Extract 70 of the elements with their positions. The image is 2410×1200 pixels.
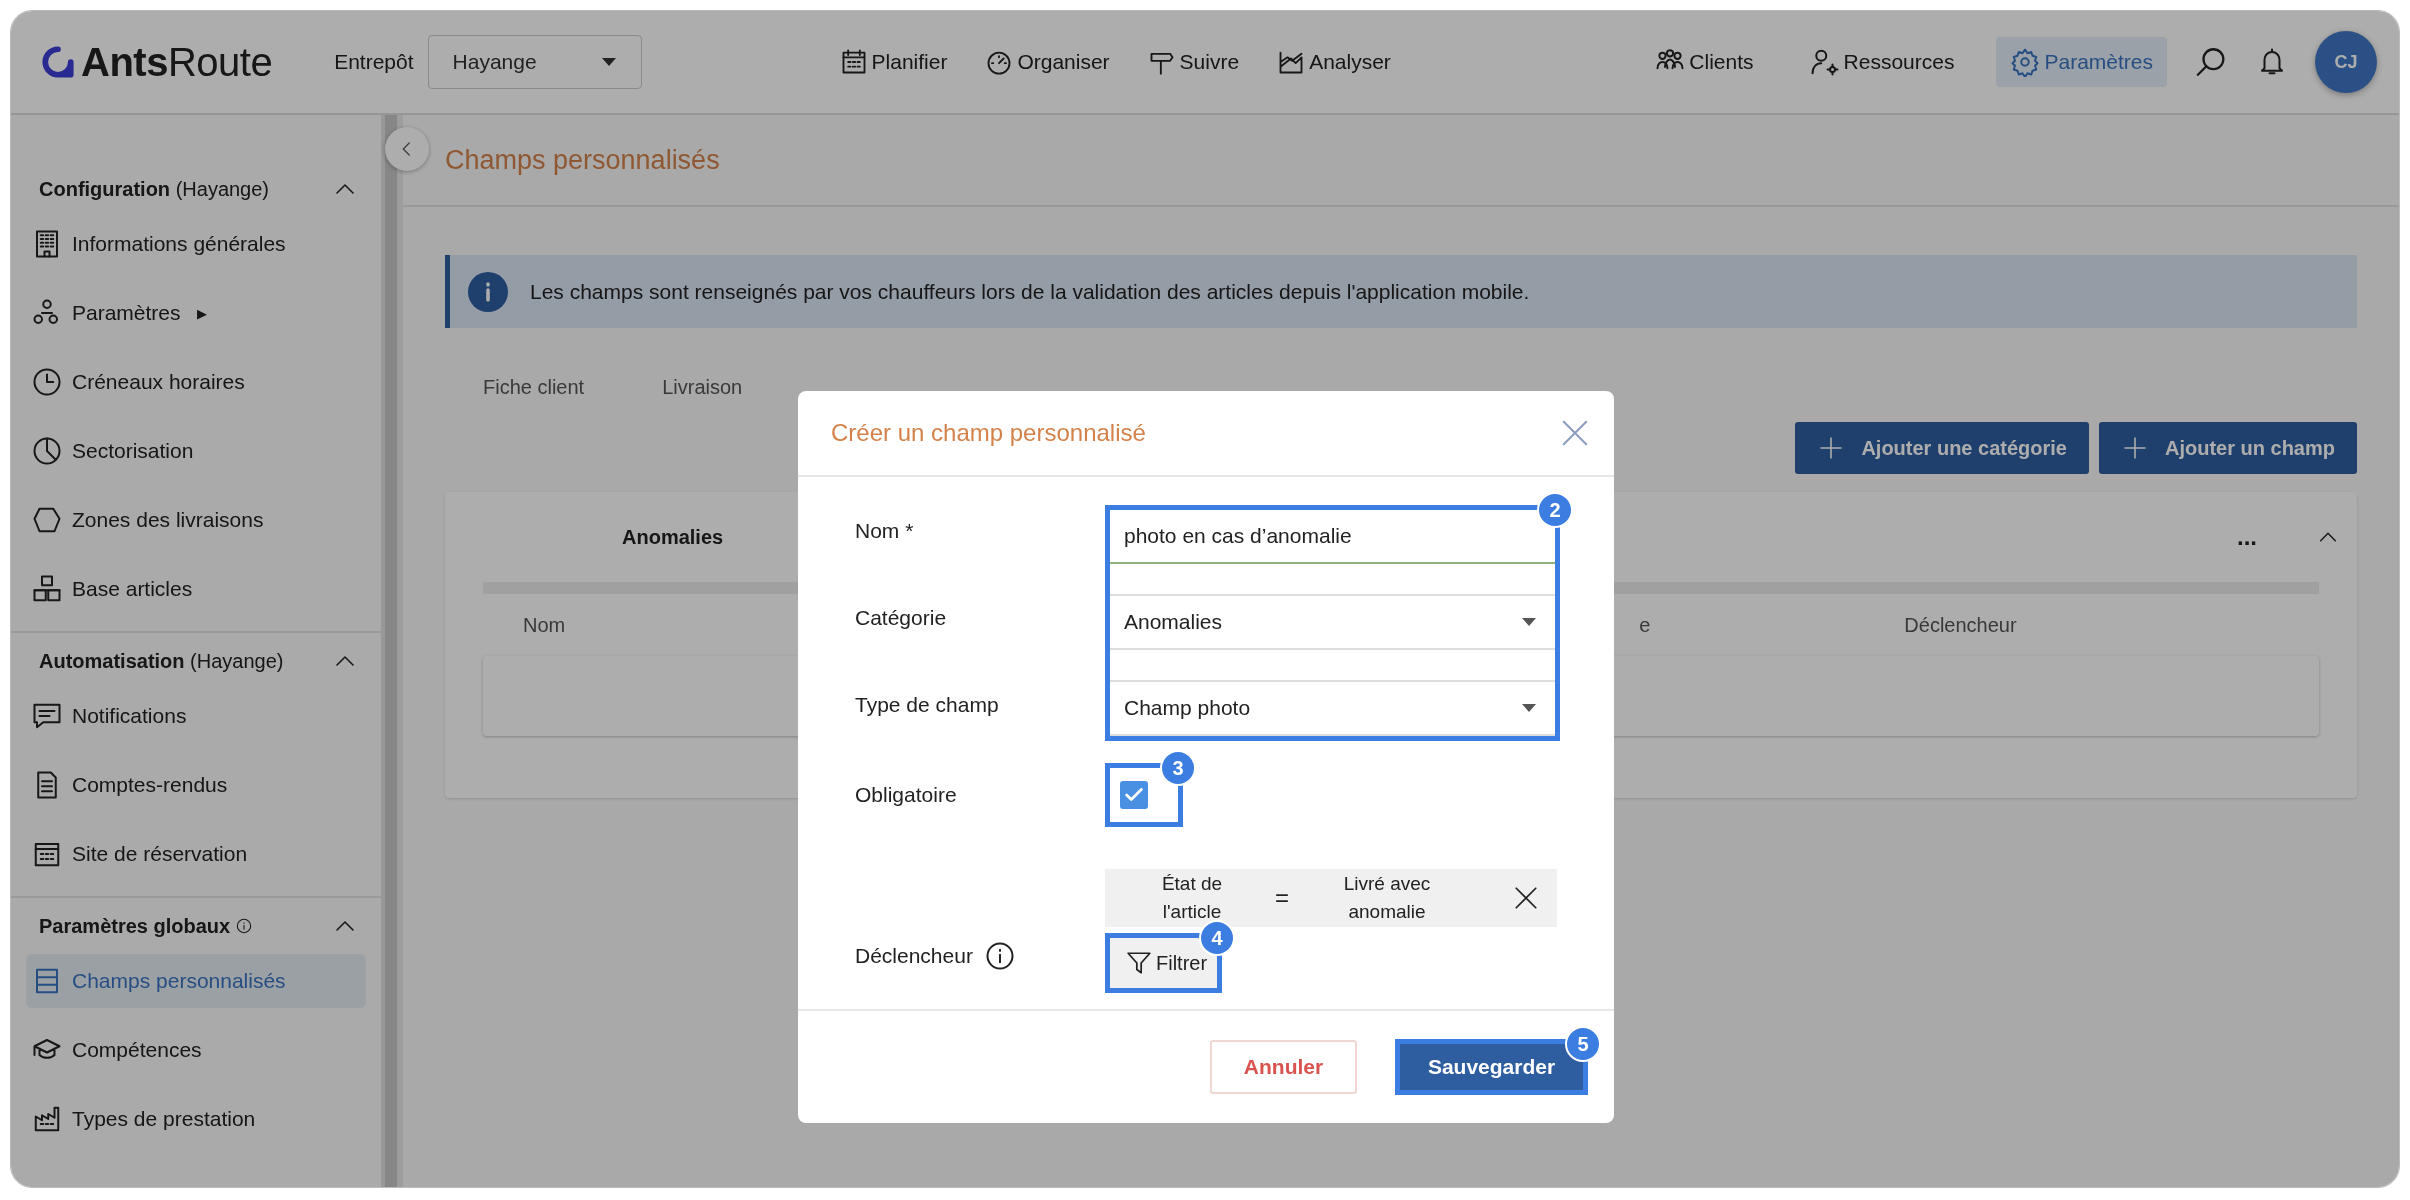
info-icon [984, 941, 1015, 971]
field-label: Obligatoire [855, 782, 958, 808]
plus-icon [1819, 436, 1844, 460]
step-badge: 3 [1160, 750, 1196, 786]
close-icon[interactable] [1513, 885, 1539, 911]
settings-icon [2010, 47, 2041, 77]
avatar[interactable]: CJ [2315, 31, 2377, 93]
field-label: Déclencheur [855, 943, 973, 969]
cancel-button[interactable]: Annuler [1210, 1040, 1357, 1094]
banner-text: Les champs sont renseignés par vos chauffeurs lors de la validation des articles depuis l'application mobile. [530, 279, 1530, 304]
field-label: Type de champ [855, 692, 1000, 718]
factory-icon [32, 1104, 62, 1134]
clock-icon [32, 367, 62, 397]
sidebar-item[interactable]: Créneaux horaires [26, 355, 366, 409]
more-button[interactable]: ... [2237, 523, 2257, 551]
sidebar-item[interactable]: Sectorisation [26, 424, 366, 478]
warehouse-label: Entrepôt [334, 50, 414, 74]
field-label: Catégorie [855, 605, 948, 631]
add-button[interactable]: Ajouter un champ [2099, 422, 2357, 474]
sidebar-item[interactable]: Paramètres ▶ [26, 286, 366, 340]
tab[interactable]: Fiche client [483, 376, 585, 406]
select-field[interactable]: Anomalies [1110, 594, 1555, 650]
nav-link[interactable]: Suivre [1147, 48, 1240, 76]
section-title: Configuration (Hayange) [39, 177, 270, 201]
section-title: Automatisation (Hayange) [39, 649, 284, 673]
info-glyph-icon [485, 281, 491, 302]
sidebar-item[interactable]: Base articles [26, 562, 366, 616]
logo-text: AntsRoute [81, 39, 273, 85]
condition-operator: = [1274, 883, 1290, 913]
sidebar-item[interactable]: Compétences [26, 1023, 366, 1077]
page-title: Champs personnalisés [445, 144, 720, 176]
sidebar-item[interactable]: Site de réservation [26, 827, 366, 881]
funnel-icon [1126, 950, 1152, 976]
nav-link[interactable]: Organiser [985, 48, 1110, 76]
add-button[interactable]: Ajouter une catégorie [1795, 422, 2089, 474]
field-label: Nom * [855, 518, 915, 544]
sidebar-item[interactable]: Types de prestation [26, 1092, 366, 1146]
nav-link[interactable]: Analyser [1277, 48, 1391, 76]
caret-icon [1521, 703, 1537, 713]
person-gear-icon [1809, 47, 1840, 77]
section-title: Paramètres globaux [39, 914, 231, 938]
scrollbar[interactable] [381, 115, 403, 1187]
select-field[interactable]: Champ photo [1110, 680, 1555, 736]
message-icon [32, 701, 62, 731]
info-icon [236, 918, 253, 934]
nav-link[interactable]: Planifier [839, 48, 948, 76]
column-header: Nom [523, 613, 566, 637]
nav-link[interactable]: Clients [1641, 37, 1768, 87]
caret-icon [600, 57, 617, 67]
sidebar-item[interactable]: Comptes-rendus [26, 758, 366, 812]
condition-value: Livré avec anomalie [1342, 871, 1432, 924]
pie-icon [32, 436, 62, 466]
polygon-icon [32, 505, 62, 535]
nav-link[interactable]: Ressources [1795, 37, 1969, 87]
sidebar-item[interactable]: Notifications [26, 689, 366, 743]
column-header: Déclencheur [1904, 613, 2017, 637]
boxes-icon [32, 574, 62, 604]
plus-icon [2123, 436, 2147, 460]
caret-icon [1521, 617, 1537, 627]
tab[interactable]: Livraison [662, 376, 743, 406]
sidebar-item[interactable]: Informations générales [26, 217, 366, 271]
dialog-title: Créer un champ personnalisé [831, 419, 1146, 447]
step-badge: 2 [1537, 492, 1573, 528]
checkbox[interactable] [1120, 781, 1148, 809]
warehouse-select[interactable]: Hayange [427, 35, 642, 89]
step-badge: 5 [1565, 1026, 1601, 1062]
sidebar-item[interactable]: Zones des livraisons [26, 493, 366, 547]
column-header: e [1639, 613, 1651, 637]
card-title: Anomalies [622, 525, 724, 549]
logo-icon [41, 45, 75, 79]
